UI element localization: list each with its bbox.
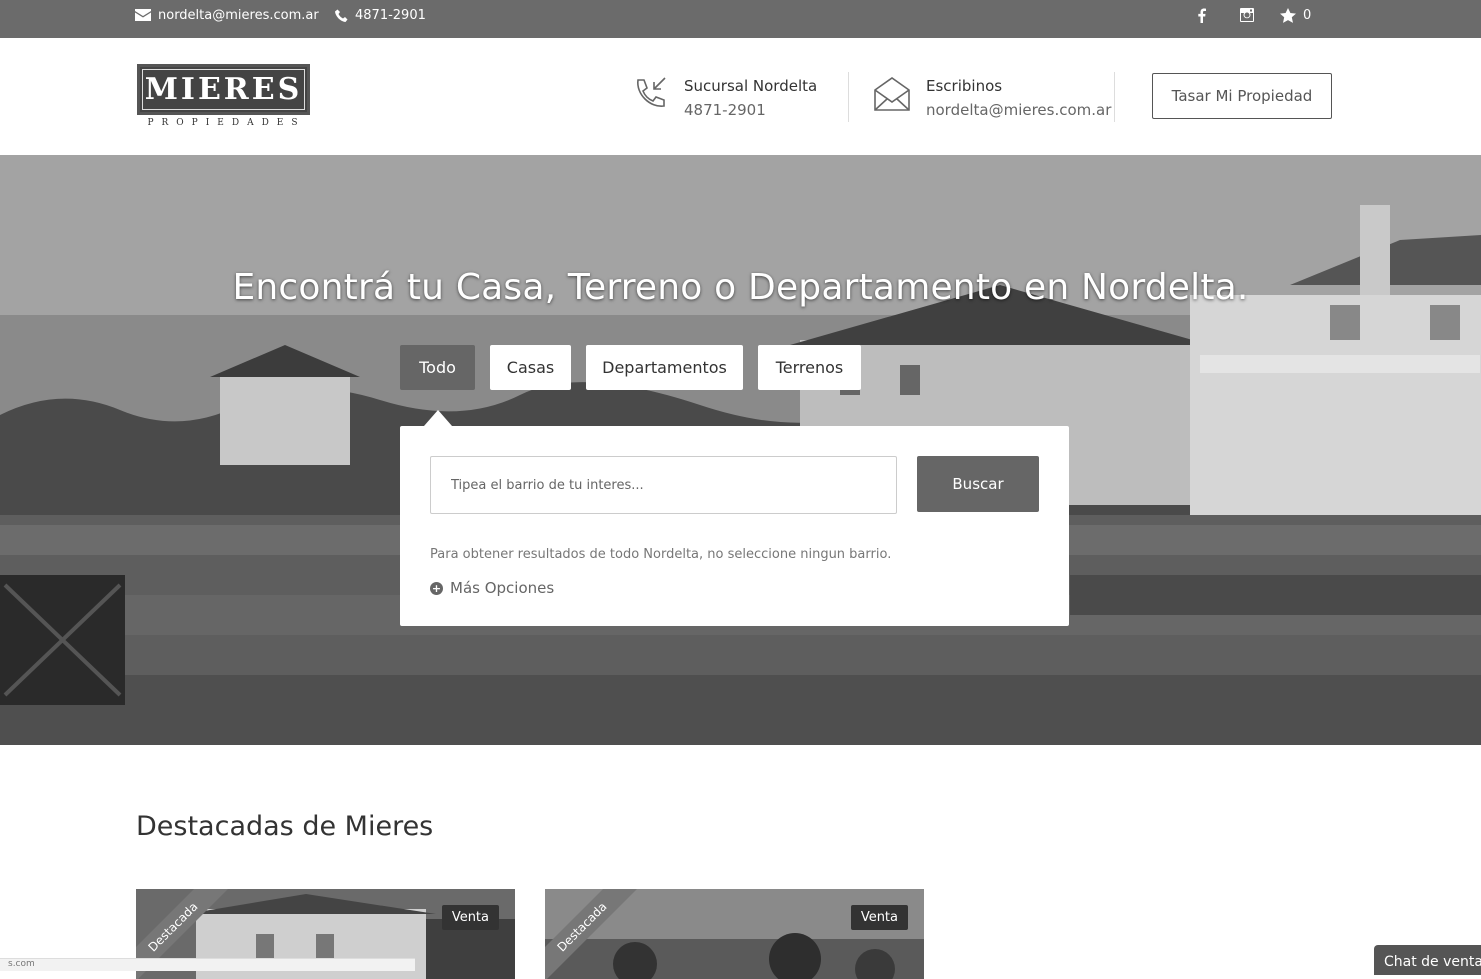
active-tab-caret [424, 410, 452, 426]
site-header: MIERES PROPIEDADES Sucursal Nordelta 487… [0, 38, 1481, 155]
branch-title: Sucursal Nordelta [684, 77, 818, 95]
neighborhood-search-input[interactable] [430, 456, 897, 514]
facebook-link[interactable] [1197, 0, 1206, 30]
email-contact[interactable]: Escribinos nordelta@mieres.com.ar [874, 74, 1111, 122]
instagram-icon [1240, 8, 1254, 22]
sale-badge: Venta [850, 905, 908, 930]
logo-text: MIERES [142, 69, 305, 110]
plus-circle-icon: + [430, 581, 443, 595]
favorites-count: 0 [1303, 7, 1312, 23]
search-panel: Buscar Para obtener resultados de todo N… [400, 426, 1069, 626]
phone-icon [335, 9, 348, 22]
featured-title: Destacadas de Mieres [136, 811, 434, 842]
sale-badge: Venta [441, 905, 499, 930]
search-hint: Para obtener resultados de todo Nordelta… [430, 547, 892, 562]
header-divider [848, 72, 849, 122]
tab-terrenos[interactable]: Terrenos [758, 345, 861, 390]
tab-departamentos[interactable]: Departamentos [586, 345, 743, 390]
topbar-email-text[interactable]: nordelta@mieres.com.ar [158, 8, 319, 23]
more-options-label[interactable]: Más Opciones [450, 579, 554, 597]
featured-card[interactable]: Destacada Venta [545, 889, 924, 979]
logo-subtitle: PROPIEDADES [147, 118, 306, 128]
topbar-email[interactable]: nordelta@mieres.com.ar [135, 0, 319, 30]
phone-arrow-icon [637, 77, 666, 107]
write-email[interactable]: nordelta@mieres.com.ar [926, 98, 1111, 122]
topbar-phone[interactable]: 4871-2901 [335, 0, 426, 30]
browser-status-bar: s.com [0, 958, 415, 971]
header-divider [1114, 72, 1115, 122]
appraise-property-button[interactable]: Tasar Mi Propiedad [1152, 73, 1332, 119]
tab-todo[interactable]: Todo [400, 345, 475, 390]
star-icon [1280, 7, 1296, 23]
facebook-icon [1198, 8, 1206, 23]
branch-phone[interactable]: 4871-2901 [684, 98, 817, 122]
logo-box: MIERES [137, 64, 310, 115]
instagram-link[interactable] [1239, 0, 1255, 30]
logo[interactable]: MIERES PROPIEDADES [137, 64, 310, 128]
top-bar: nordelta@mieres.com.ar 4871-2901 0 [0, 0, 1481, 38]
branch-contact[interactable]: Sucursal Nordelta 4871-2901 [632, 74, 817, 122]
hero-banner: Encontrá tu Casa, Terreno o Departamento… [0, 155, 1481, 745]
tab-casas[interactable]: Casas [490, 345, 571, 390]
write-title: Escribinos [926, 77, 1003, 95]
favorites-link[interactable]: 0 [1280, 0, 1311, 30]
search-button[interactable]: Buscar [917, 456, 1039, 512]
more-options-toggle[interactable]: + Más Opciones [430, 579, 554, 597]
hero-title: Encontrá tu Casa, Terreno o Departamento… [232, 267, 1249, 308]
envelope-icon [135, 9, 151, 21]
open-envelope-icon [874, 77, 910, 111]
topbar-phone-text[interactable]: 4871-2901 [355, 8, 426, 23]
